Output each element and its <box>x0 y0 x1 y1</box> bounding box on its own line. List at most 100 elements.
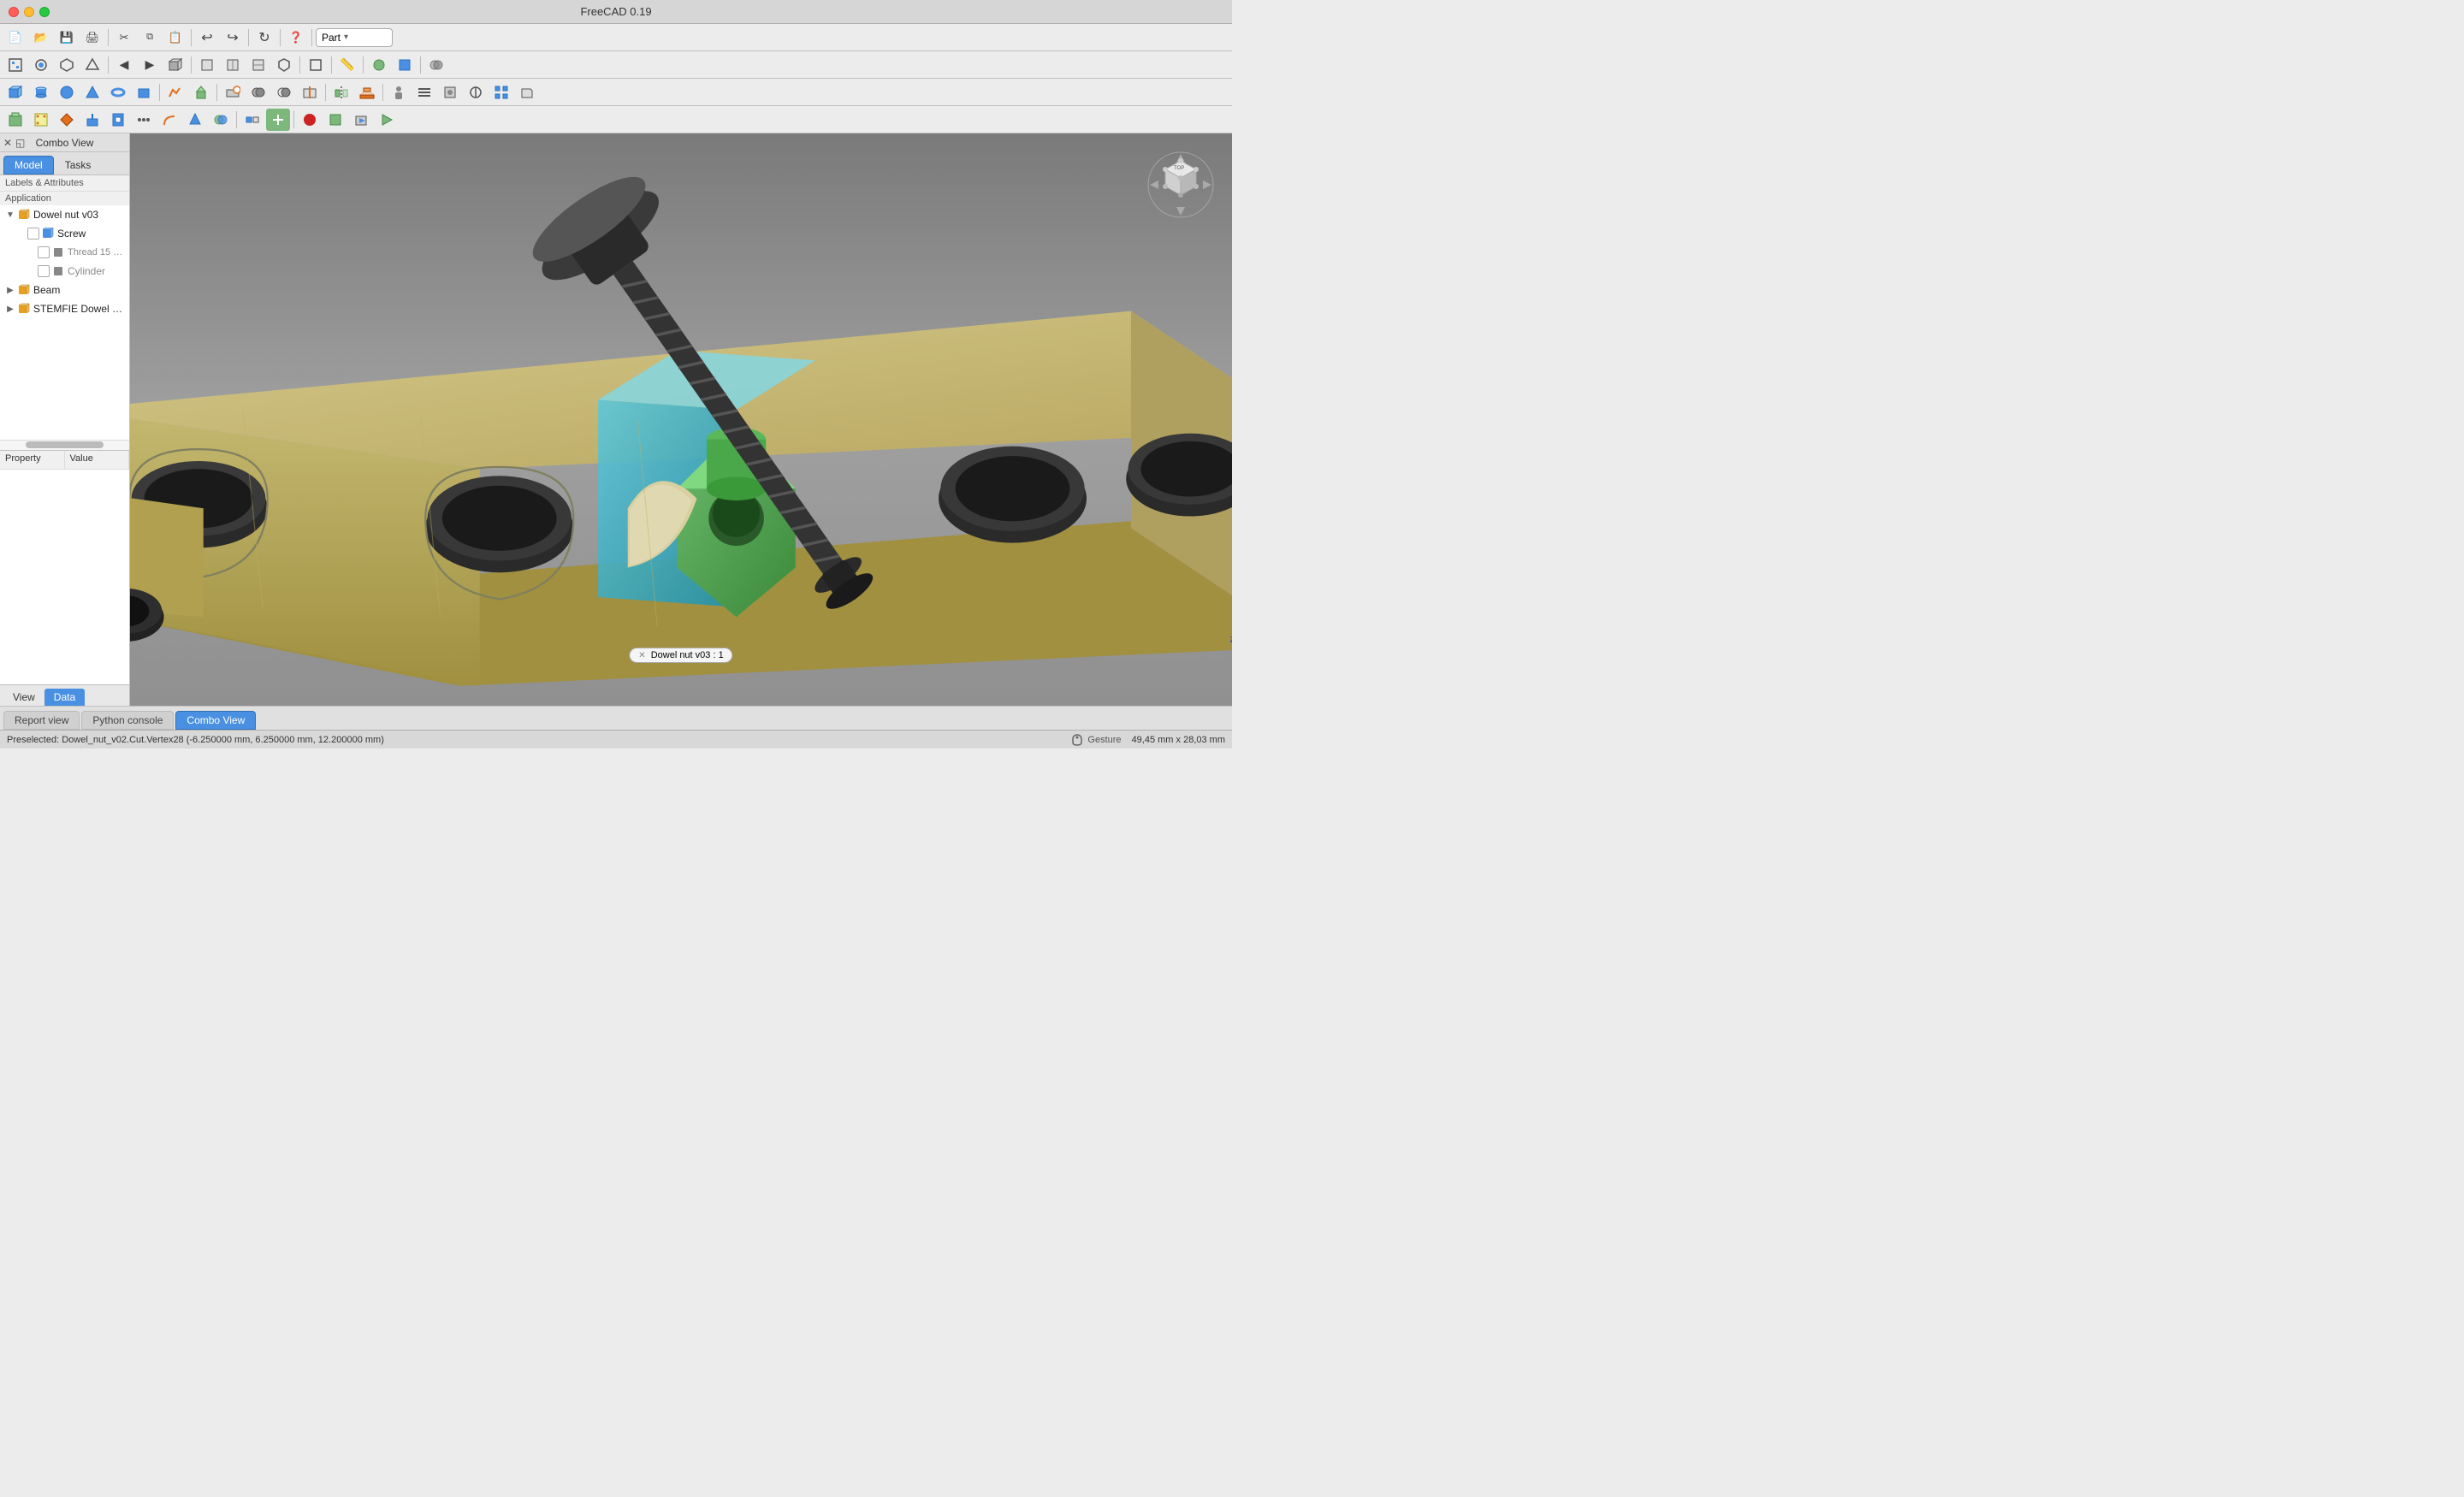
pd-sketch[interactable] <box>29 109 53 131</box>
pd-datum[interactable] <box>55 109 79 131</box>
refresh-button[interactable]: ↻ <box>252 27 276 49</box>
combo-float-button[interactable]: ◱ <box>15 137 25 149</box>
sep-p1 <box>159 84 160 101</box>
stop-macro[interactable] <box>298 109 322 131</box>
run-macro[interactable] <box>375 109 399 131</box>
print-button[interactable]: 🖨 <box>80 27 104 49</box>
redo-button[interactable]: ↪ <box>221 27 245 49</box>
iso-view-button[interactable] <box>272 54 296 76</box>
more-tools-2[interactable] <box>438 81 462 104</box>
intersect-3d[interactable] <box>272 81 296 104</box>
person-icon[interactable] <box>387 81 411 104</box>
close-button[interactable] <box>9 7 19 17</box>
part-cone[interactable] <box>80 81 104 104</box>
part-tools-1[interactable] <box>367 54 391 76</box>
cut-3d[interactable] <box>221 81 245 104</box>
tab-view[interactable]: View <box>3 689 44 706</box>
nav-button[interactable] <box>80 54 104 76</box>
paste-button[interactable]: 📋 <box>163 27 187 49</box>
part-box[interactable] <box>3 81 27 104</box>
pd-body[interactable] <box>3 109 27 131</box>
tree-scrollbar[interactable] <box>0 440 129 450</box>
fit-all-button[interactable] <box>3 54 27 76</box>
part-sphere[interactable] <box>55 81 79 104</box>
tree-item-thread[interactable]: Thread 15 mm - female (stackable <box>0 243 129 262</box>
workbench-dropdown[interactable]: Part ▾ <box>316 28 393 47</box>
fit-selection-button[interactable] <box>29 54 53 76</box>
chamfer-tools[interactable] <box>515 81 539 104</box>
pd-wbench[interactable] <box>266 109 290 131</box>
pd-fillet[interactable] <box>157 109 181 131</box>
tree-item-screw[interactable]: Screw <box>0 224 129 243</box>
sep-3 <box>248 29 249 46</box>
open-button[interactable]: 📂 <box>29 27 53 49</box>
pd-more[interactable] <box>132 109 156 131</box>
help-button[interactable]: ❓ <box>284 27 308 49</box>
part-prism[interactable] <box>132 81 156 104</box>
property-col-header: Property <box>0 451 65 469</box>
tree-item-dowel-nut[interactable]: ▼ Dowel nut v03 <box>0 205 129 224</box>
more-tools-1[interactable] <box>412 81 436 104</box>
tree-item-cylinder[interactable]: Cylinder <box>0 262 129 281</box>
top-view-button[interactable] <box>221 54 245 76</box>
undo-button[interactable]: ↩ <box>195 27 219 49</box>
right-view-button[interactable] <box>246 54 270 76</box>
mirror-3d[interactable] <box>329 81 353 104</box>
copy-button[interactable]: ⧉ <box>138 27 162 49</box>
cut-button[interactable]: ✂ <box>112 27 136 49</box>
combo-close-button[interactable]: ✕ <box>3 137 12 149</box>
more-tools-3[interactable] <box>464 81 488 104</box>
tab-python-console[interactable]: Python console <box>81 711 174 730</box>
tab-tasks[interactable]: Tasks <box>54 156 103 175</box>
back-button[interactable]: ◀ <box>112 54 136 76</box>
tab-report-view[interactable]: Report view <box>3 711 80 730</box>
checkbox-cylinder[interactable] <box>38 265 50 277</box>
new-button[interactable]: 📄 <box>3 27 27 49</box>
tab-data[interactable]: Data <box>44 689 85 706</box>
record-macro[interactable] <box>349 109 373 131</box>
viewport[interactable]: x y z <box>130 133 1232 706</box>
part-tools-2[interactable] <box>393 54 417 76</box>
toolbar-row-3 <box>0 79 1232 106</box>
sketch-button[interactable] <box>163 81 187 104</box>
nav-cube-button[interactable] <box>163 54 187 76</box>
tab-combo-view[interactable]: Combo View <box>175 711 256 730</box>
section-3d[interactable] <box>298 81 322 104</box>
fuse-3d[interactable] <box>246 81 270 104</box>
checkbox-screw[interactable] <box>27 228 39 240</box>
pd-draft[interactable] <box>183 109 207 131</box>
checkbox-thread[interactable] <box>38 246 50 258</box>
pd-pocket[interactable] <box>106 109 130 131</box>
array-tools[interactable] <box>489 81 513 104</box>
nav-cube[interactable]: TOP <box>1146 151 1215 219</box>
tree-item-stemfie[interactable]: ▶ STEMFIE Dowel Nut (WIP) <box>0 299 129 318</box>
loft-3d[interactable] <box>355 81 379 104</box>
forward-button[interactable]: ▶ <box>138 54 162 76</box>
wireframe-button[interactable] <box>304 54 328 76</box>
solid-icon-thread <box>51 246 65 259</box>
pd-pad[interactable] <box>80 109 104 131</box>
maximize-button[interactable] <box>39 7 50 17</box>
tab-model[interactable]: Model <box>3 156 54 175</box>
save-all-button[interactable]: 💾 <box>55 27 79 49</box>
pd-bool[interactable] <box>209 109 233 131</box>
expand-dowel-nut[interactable]: ▼ <box>3 210 17 220</box>
pd-toggle[interactable] <box>240 109 264 131</box>
statusbar: Preselected: Dowel_nut_v02.Cut.Vertex28 … <box>0 730 1232 748</box>
scene-svg: x y z <box>130 133 1232 706</box>
3d-view-button[interactable] <box>55 54 79 76</box>
start-macro[interactable] <box>323 109 347 131</box>
extrude-button[interactable] <box>189 81 213 104</box>
model-tree[interactable]: ▼ Dowel nut v03 Screw <box>0 205 129 440</box>
bool-union[interactable] <box>424 54 448 76</box>
tree-item-beam[interactable]: ▶ Beam <box>0 281 129 299</box>
measure-button[interactable]: 📏 <box>335 54 359 76</box>
expand-beam[interactable]: ▶ <box>3 286 17 295</box>
front-view-button[interactable] <box>195 54 219 76</box>
part-cylinder[interactable] <box>29 81 53 104</box>
active-doc-close[interactable]: ✕ <box>638 651 645 660</box>
properties-content <box>0 470 129 641</box>
part-torus[interactable] <box>106 81 130 104</box>
minimize-button[interactable] <box>24 7 34 17</box>
expand-stemfie[interactable]: ▶ <box>3 305 17 314</box>
